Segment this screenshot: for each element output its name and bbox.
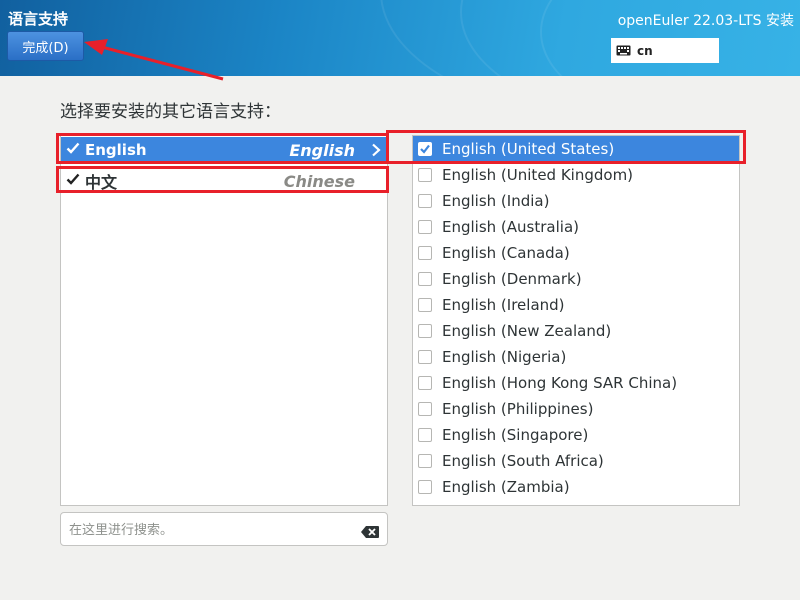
- locale-label: English (United States): [442, 140, 615, 158]
- locale-row[interactable]: English (India): [413, 188, 739, 214]
- chevron-right-icon: [367, 137, 385, 163]
- checkbox[interactable]: [418, 324, 432, 338]
- checkbox[interactable]: [418, 168, 432, 182]
- checkbox[interactable]: [418, 220, 432, 234]
- language-support-prompt: 选择要安装的其它语言支持：: [60, 102, 281, 122]
- checkbox[interactable]: [418, 246, 432, 260]
- locale-list[interactable]: English (United States) English (United …: [412, 135, 740, 506]
- checkbox[interactable]: [418, 402, 432, 416]
- keyboard-layout-label: cn: [637, 43, 653, 58]
- language-row-chinese[interactable]: 中文 Chinese: [61, 168, 387, 194]
- done-button[interactable]: 完成(D): [7, 31, 84, 61]
- search-box[interactable]: [60, 512, 388, 546]
- locale-label: English (Nigeria): [442, 348, 567, 366]
- locale-row[interactable]: English (Hong Kong SAR China): [413, 370, 739, 396]
- checkbox[interactable]: [418, 272, 432, 286]
- locale-row[interactable]: English (Canada): [413, 240, 739, 266]
- product-title: openEuler 22.03-LTS 安装: [617, 13, 794, 29]
- checkbox[interactable]: [418, 194, 432, 208]
- locale-row[interactable]: English (Philippines): [413, 396, 739, 422]
- locale-label: English (Canada): [442, 244, 570, 262]
- locale-row[interactable]: English (Nigeria): [413, 344, 739, 370]
- locale-row[interactable]: English (Ireland): [413, 292, 739, 318]
- locale-label: English (South Africa): [442, 452, 604, 470]
- checkbox[interactable]: [418, 454, 432, 468]
- locale-label: English (Hong Kong SAR China): [442, 374, 678, 392]
- language-native-name: English: [85, 141, 147, 159]
- locale-row[interactable]: English (New Zealand): [413, 318, 739, 344]
- keyboard-icon: [616, 45, 631, 56]
- language-list[interactable]: English English 中文 Chinese: [60, 135, 388, 506]
- locale-label: English (Philippines): [442, 400, 594, 418]
- search-input[interactable]: [67, 519, 351, 541]
- locale-row[interactable]: English (United States): [413, 136, 739, 162]
- keyboard-layout-indicator[interactable]: cn: [611, 38, 719, 63]
- locale-row[interactable]: English (South Africa): [413, 448, 739, 474]
- locale-label: English (India): [442, 192, 550, 210]
- checkbox[interactable]: [418, 428, 432, 442]
- locale-label: English (Denmark): [442, 270, 582, 288]
- locale-label: English (Zambia): [442, 478, 570, 496]
- language-english-name: Chinese: [283, 171, 355, 191]
- header-bar: 语言支持 完成(D) openEuler 22.03-LTS 安装 cn: [0, 0, 800, 76]
- locale-row[interactable]: English (Singapore): [413, 422, 739, 448]
- locale-label: English (United Kingdom): [442, 166, 634, 184]
- locale-label: English (New Zealand): [442, 322, 612, 340]
- checkmark-icon: [61, 173, 85, 189]
- locale-row[interactable]: English (United Kingdom): [413, 162, 739, 188]
- checkbox[interactable]: [418, 376, 432, 390]
- checkbox[interactable]: [418, 298, 432, 312]
- spoke-title: 语言支持: [8, 10, 69, 28]
- locale-row[interactable]: English (Zambia): [413, 474, 739, 500]
- checkbox-checked[interactable]: [418, 142, 432, 156]
- language-native-name: 中文: [85, 173, 118, 192]
- clear-search-icon[interactable]: [361, 523, 379, 542]
- locale-row[interactable]: English (Australia): [413, 214, 739, 240]
- checkmark-icon: [61, 142, 85, 158]
- locale-label: English (Singapore): [442, 426, 589, 444]
- checkbox[interactable]: [418, 350, 432, 364]
- locale-label: English (Ireland): [442, 296, 565, 314]
- checkbox[interactable]: [418, 480, 432, 494]
- locale-row[interactable]: English (Denmark): [413, 266, 739, 292]
- locale-label: English (Australia): [442, 218, 579, 236]
- language-row-english[interactable]: English English: [61, 137, 387, 163]
- language-english-name: English: [289, 140, 355, 160]
